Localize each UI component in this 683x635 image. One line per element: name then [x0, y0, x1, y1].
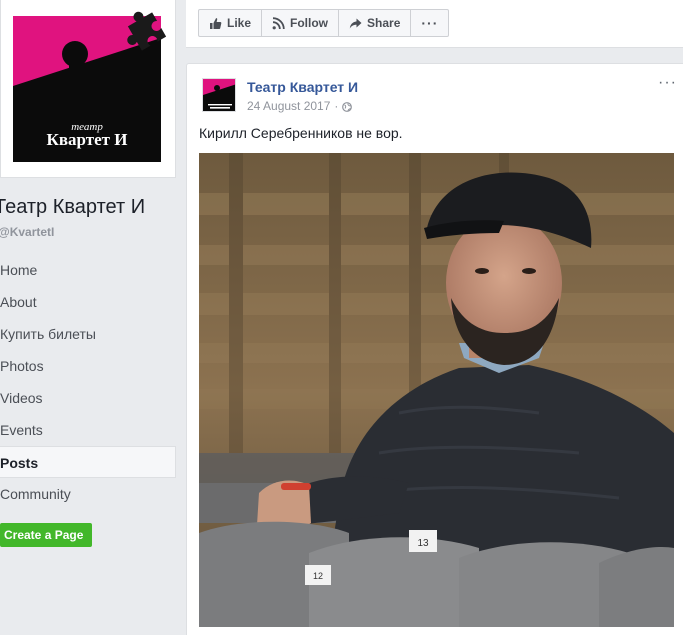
rss-icon	[272, 16, 285, 30]
left-column: театр Квартет И Театр Квартет И @Kvartet…	[0, 0, 186, 635]
photo-man-in-theater-seats: 13 12	[199, 153, 674, 627]
nav-item-events[interactable]: Events	[0, 414, 176, 446]
post-text: Кирилл Серебренников не вор.	[199, 125, 403, 141]
photo-seat-number-13: 13	[417, 538, 429, 549]
profile-picture[interactable]: театр Квартет И	[0, 0, 176, 178]
follow-button[interactable]: Follow	[262, 10, 340, 36]
post-meta: 24 August 2017 ·	[247, 99, 353, 113]
page-name[interactable]: Театр Квартет И	[0, 196, 145, 219]
share-label: Share	[367, 16, 401, 30]
page-nav: Home About Купить билеты Photos Videos E…	[0, 254, 176, 510]
post-date[interactable]: 24 August 2017	[247, 99, 330, 113]
post-options-button[interactable]: ···	[658, 74, 677, 92]
page-actions-panel: Like Follow Share ···	[186, 0, 683, 48]
like-label: Like	[227, 16, 252, 30]
post-photo[interactable]: 13 12	[199, 153, 674, 627]
post-author-name[interactable]: Театр Квартет И	[247, 79, 358, 95]
post-card: Театр Квартет И 24 August 2017 · ··· Кир…	[186, 63, 683, 635]
nav-item-photos[interactable]: Photos	[0, 350, 176, 382]
thumbs-up-icon	[209, 17, 222, 30]
nav-item-community[interactable]: Community	[0, 478, 176, 510]
photo-seat-number-12: 12	[313, 571, 323, 581]
like-button[interactable]: Like	[199, 10, 263, 36]
puzzle-piece-icon	[121, 4, 169, 52]
page-action-bar: Like Follow Share ···	[198, 9, 450, 37]
nav-item-posts[interactable]: Posts	[0, 446, 176, 478]
nav-item-about[interactable]: About	[0, 286, 176, 318]
post-author-avatar[interactable]	[202, 78, 236, 112]
create-page-button[interactable]: Create a Page	[0, 523, 93, 547]
follow-label: Follow	[290, 16, 329, 30]
share-arrow-icon	[349, 17, 362, 30]
page-handle[interactable]: @KvartetI	[0, 225, 54, 239]
share-button[interactable]: Share	[339, 10, 412, 36]
nav-item-home[interactable]: Home	[0, 254, 176, 286]
meta-separator: ·	[334, 99, 339, 113]
nav-item-videos[interactable]: Videos	[0, 382, 176, 414]
more-actions-button[interactable]: ···	[411, 10, 448, 36]
globe-icon[interactable]	[342, 101, 353, 112]
logo-big-text: Квартет И	[47, 130, 128, 149]
more-dots-icon: ···	[421, 15, 439, 31]
nav-item-buy-tickets[interactable]: Купить билеты	[0, 318, 176, 350]
